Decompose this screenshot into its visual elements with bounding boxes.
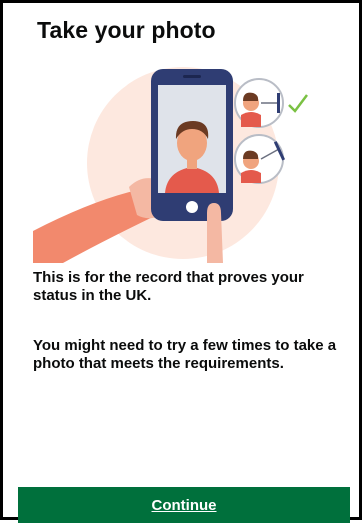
photo-attempts-paragraph: You might need to try a few times to tak… <box>33 337 337 372</box>
selfie-phone-illustration <box>33 67 308 263</box>
phone-icon <box>151 69 233 221</box>
page-title: Take your photo <box>37 17 216 43</box>
app-screen: Take your photo This is for the record t… <box>0 0 362 523</box>
continue-button-label[interactable]: Continue <box>152 497 217 514</box>
finger-shape <box>207 203 223 263</box>
check-icon <box>288 94 308 113</box>
correct-pose-icon <box>234 78 284 128</box>
status-record-paragraph: This is for the record that proves your … <box>33 269 304 304</box>
continue-button[interactable]: Continue <box>18 487 350 523</box>
